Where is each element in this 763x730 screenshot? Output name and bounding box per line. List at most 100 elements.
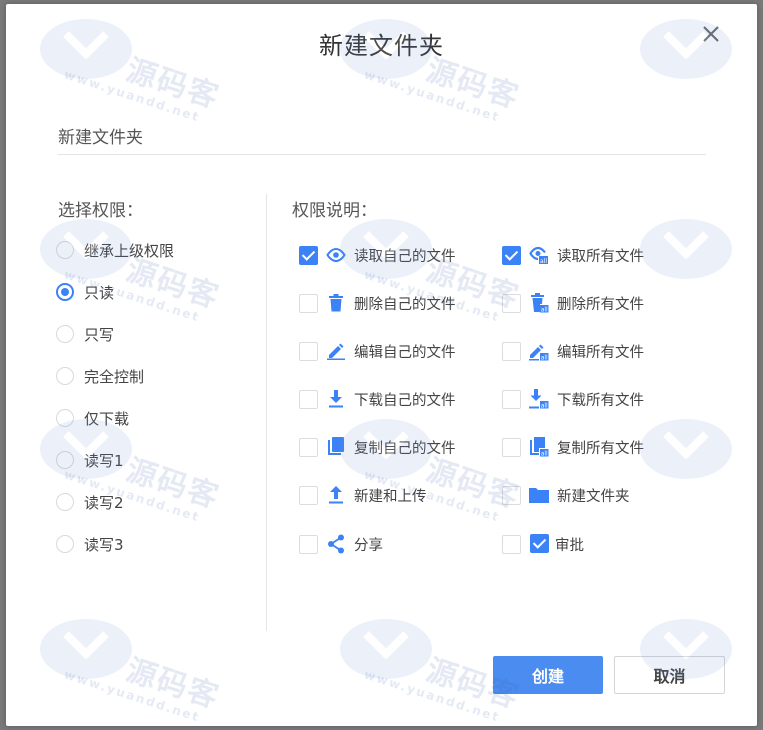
svg-text:all: all [541,355,548,362]
watermark-logo [336,614,436,688]
permission-checkbox[interactable] [502,341,521,361]
permission-checkbox[interactable] [502,389,521,409]
permission-description-label: 权限说明： [292,201,377,221]
watermark-brand: 源码客 [121,652,224,716]
permission-item: all 下载所有文件 [502,387,644,411]
permission-label: 下载自己的文件 [354,392,456,409]
permission-item: all 复制所有文件 [502,435,644,459]
permission-checkbox[interactable] [502,293,521,313]
permission-checkbox[interactable] [299,534,318,554]
permission-item: 新建文件夹 [502,483,630,507]
eye-all-icon: all [529,245,549,265]
radio-label: 读写3 [84,535,124,554]
watermark-logo [36,614,136,688]
copy-icon [326,437,346,457]
permission-checkbox[interactable] [299,437,318,457]
copy-all-icon: all [529,437,549,457]
permission-label: 编辑所有文件 [557,344,644,361]
permission-checkbox[interactable] [299,245,318,265]
radio-option[interactable]: 读写3 [56,531,124,557]
radio-button[interactable] [56,451,74,469]
radio-option[interactable]: 只写 [56,321,114,347]
pencil-icon [326,341,346,361]
permission-item: all 删除所有文件 [502,291,644,315]
dialog-title: 新建文件夹 [319,32,444,60]
radio-button[interactable] [56,241,74,259]
permission-label: 删除所有文件 [557,296,644,313]
download-icon [326,389,346,409]
approve-checkbox[interactable] [530,534,549,553]
permission-label: 下载所有文件 [557,392,644,409]
watermark-logo [636,414,736,488]
permission-item: 编辑自己的文件 [299,339,456,363]
radio-label: 读写1 [84,451,124,470]
permission-label: 复制所有文件 [557,440,644,457]
permission-checkbox[interactable] [299,485,318,505]
radio-label: 继承上级权限 [84,241,175,260]
radio-option[interactable]: 继承上级权限 [56,237,174,263]
radio-button[interactable] [56,409,74,427]
column-divider [266,194,267,631]
permission-checkbox[interactable] [502,485,521,505]
permission-checkbox[interactable] [502,437,521,457]
close-icon[interactable] [701,24,721,44]
watermark-url: www.yuandd.net [62,667,202,725]
cancel-button[interactable]: 取消 [614,656,725,694]
permission-item: 新建和上传 [299,483,427,507]
permission-checkbox[interactable] [299,389,318,409]
permission-label: 编辑自己的文件 [354,344,456,361]
radio-label: 只写 [84,325,115,344]
radio-button[interactable] [56,535,74,553]
radio-button-selected[interactable] [56,283,74,301]
radio-button[interactable] [56,367,74,385]
permission-label: 复制自己的文件 [354,440,456,457]
permission-item: 复制自己的文件 [299,435,456,459]
watermark-logo [636,214,736,288]
permission-item: 下载自己的文件 [299,387,456,411]
permission-checkbox[interactable] [502,534,521,554]
share-icon [326,534,346,554]
permission-checkbox[interactable] [502,245,521,265]
permission-item: 分享 [299,532,383,556]
permission-label: 读取所有文件 [557,248,644,265]
new-folder-dialog: 新建文件夹 选择权限： 权限说明： 继承上级权限 只读 只写 完全控制 仅下载 … [6,4,757,726]
permission-item: 删除自己的文件 [299,291,456,315]
radio-option[interactable]: 读写1 [56,447,124,473]
radio-label: 仅下载 [84,409,130,428]
select-permission-label: 选择权限： [58,201,143,221]
permission-label: 分享 [354,537,383,554]
radio-button[interactable] [56,493,74,511]
create-button[interactable]: 创建 [493,656,603,694]
pencil-all-icon: all [529,341,549,361]
permission-item: 读取自己的文件 [299,243,456,267]
svg-text:all: all [541,307,548,314]
permission-label: 读取自己的文件 [354,248,456,265]
radio-label: 读写2 [84,493,124,512]
permission-label: 审批 [555,537,584,554]
radio-option[interactable]: 完全控制 [56,363,144,389]
trash-all-icon: all [529,293,549,313]
permission-checkbox[interactable] [299,293,318,313]
radio-option[interactable]: 只读 [56,279,114,305]
folder-name-input[interactable] [58,116,706,155]
watermark-url: www.yuandd.net [362,667,502,725]
radio-option[interactable]: 仅下载 [56,405,129,431]
trash-icon [326,293,346,313]
svg-text:all: all [541,403,548,410]
permission-item: all 编辑所有文件 [502,339,644,363]
permission-label: 删除自己的文件 [354,296,456,313]
watermark-brand: 源码客 [121,452,224,516]
svg-text:all: all [540,258,547,265]
radio-option[interactable]: 读写2 [56,489,124,515]
permission-item: 审批 [502,532,584,556]
radio-label: 只读 [84,283,115,302]
permission-label: 新建和上传 [354,488,427,505]
radio-label: 完全控制 [84,367,145,386]
eye-icon [326,245,346,265]
permission-checkbox[interactable] [299,341,318,361]
download-all-icon: all [529,389,549,409]
permission-item: all 读取所有文件 [502,243,644,267]
permission-label: 新建文件夹 [557,488,630,505]
upload-icon [326,485,346,505]
radio-button[interactable] [56,325,74,343]
